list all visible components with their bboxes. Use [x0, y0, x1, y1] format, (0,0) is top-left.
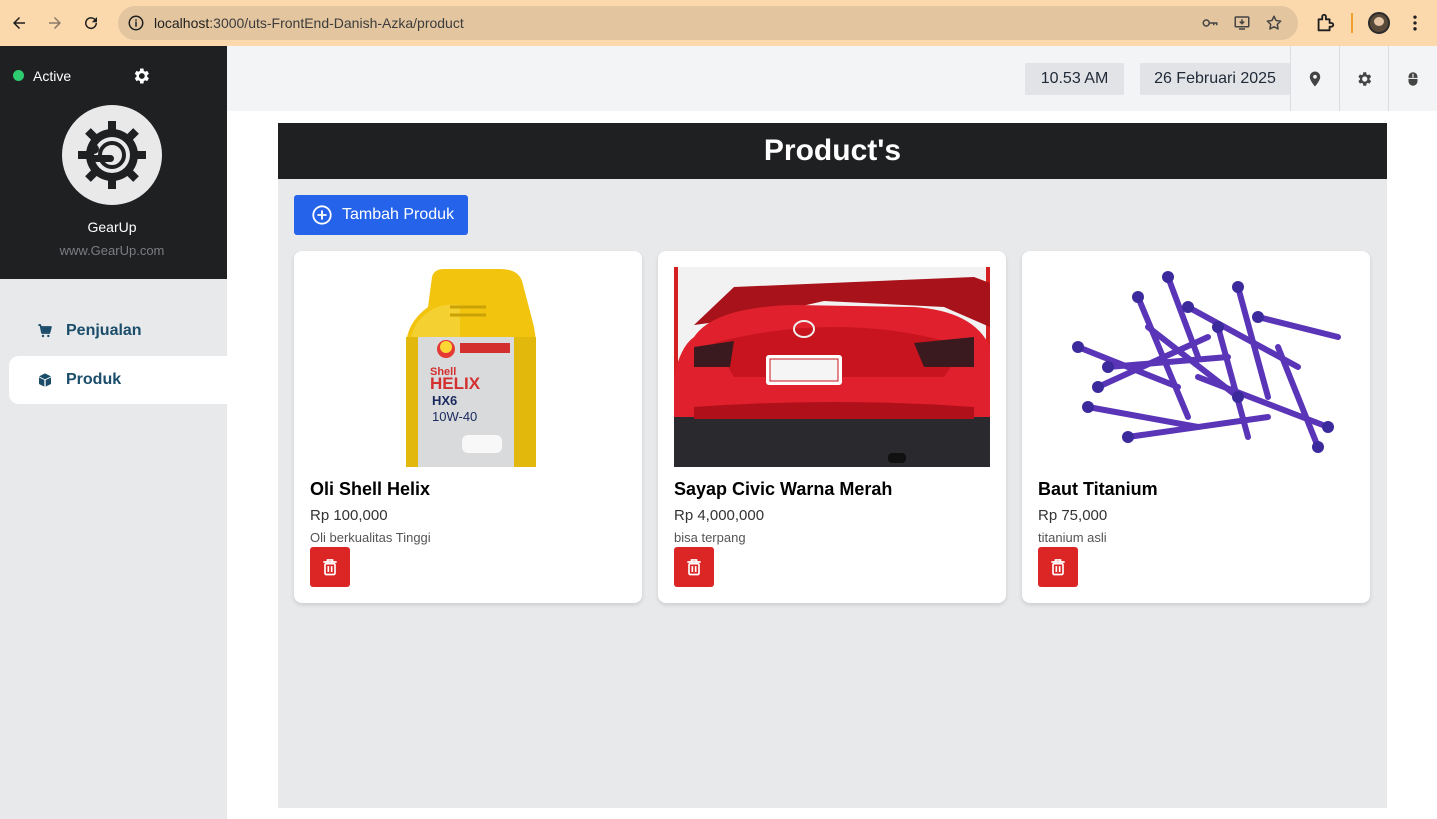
reload-icon[interactable] [79, 11, 103, 35]
mouse-button[interactable] [1388, 46, 1437, 111]
main-panel: Product's Tambah Produk Shell HELIX HX6 … [278, 123, 1387, 808]
map-pin-icon [1309, 71, 1321, 86]
trash-icon [1051, 559, 1065, 576]
product-image-wing [674, 267, 990, 467]
product-image-bolts [1038, 267, 1354, 467]
sidebar-item-penjualan[interactable]: Penjualan [9, 307, 227, 355]
delete-product-button[interactable] [674, 547, 714, 587]
browser-menu-icon[interactable] [1405, 12, 1425, 34]
cart-icon [38, 324, 52, 338]
product-description: Oli berkualitas Tinggi [310, 530, 431, 545]
install-app-icon[interactable] [1233, 14, 1251, 32]
brand-url: www.GearUp.com [59, 243, 165, 258]
location-button[interactable] [1290, 46, 1339, 111]
add-product-label: Tambah Produk [342, 206, 455, 223]
product-price: Rp 4,000,000 [674, 507, 765, 524]
product-image-oil: Shell HELIX HX6 10W-40 [310, 267, 626, 467]
page-header: Product's [278, 123, 1387, 179]
svg-text:10W-40: 10W-40 [432, 409, 477, 424]
sidebar-item-label: Penjualan [66, 322, 142, 339]
settings-button[interactable] [1339, 46, 1388, 111]
forward-icon[interactable] [43, 11, 67, 35]
product-name: Oli Shell Helix [310, 479, 431, 499]
add-product-button[interactable]: Tambah Produk [294, 195, 468, 235]
product-card: Shell HELIX HX6 10W-40 Oli Shell Helix R… [294, 251, 642, 603]
sidebar-item-produk[interactable]: Produk [9, 356, 227, 404]
svg-text:HX6: HX6 [432, 393, 457, 408]
key-icon[interactable] [1201, 14, 1219, 32]
date-display: 26 Februari 2025 [1140, 63, 1290, 95]
time-display: 10.53 AM [1025, 63, 1124, 95]
extensions-icon[interactable] [1314, 12, 1336, 34]
topbar: 10.53 AM 26 Februari 2025 [227, 46, 1437, 111]
product-card: Baut Titanium Rp 75,000 titanium asli [1022, 251, 1370, 603]
sidebar: Active GearUp www.GearUp.com Penjualan P… [0, 46, 227, 819]
delete-product-button[interactable] [310, 547, 350, 587]
gear-icon [1358, 71, 1372, 86]
status-dot [13, 70, 24, 81]
sidebar-header: Active GearUp www.GearUp.com [0, 46, 227, 279]
url-text: localhost:3000/uts-FrontEnd-Danish-Azka/… [154, 15, 464, 31]
delete-product-button[interactable] [1038, 547, 1078, 587]
profile-avatar[interactable] [1368, 12, 1390, 34]
product-price: Rp 75,000 [1038, 507, 1108, 524]
trash-icon [323, 559, 337, 576]
settings-gear-icon[interactable] [131, 66, 151, 86]
brand-name: GearUp [87, 219, 137, 235]
svg-text:HELIX: HELIX [430, 374, 481, 393]
sidebar-item-label: Produk [66, 371, 122, 388]
plus-circle-icon [312, 205, 332, 225]
product-price: Rp 100,000 [310, 507, 388, 524]
mouse-icon [1408, 71, 1418, 86]
product-name: Baut Titanium [1038, 479, 1158, 499]
browser-toolbar: localhost:3000/uts-FrontEnd-Danish-Azka/… [0, 0, 1437, 46]
back-icon[interactable] [7, 11, 31, 35]
product-name: Sayap Civic Warna Merah [674, 479, 893, 499]
trash-icon [687, 559, 701, 576]
product-description: bisa terpang [674, 530, 746, 545]
product-card: Sayap Civic Warna Merah Rp 4,000,000 bis… [658, 251, 1006, 603]
bookmark-star-icon[interactable] [1265, 14, 1283, 32]
product-description: titanium asli [1038, 530, 1107, 545]
site-info-icon[interactable] [127, 14, 145, 32]
gear-logo-icon [78, 121, 146, 189]
address-bar[interactable]: localhost:3000/uts-FrontEnd-Danish-Azka/… [118, 6, 1298, 40]
status-label: Active [33, 68, 72, 84]
cube-icon [39, 373, 51, 387]
brand-logo [62, 105, 162, 205]
toolbar-divider [1351, 13, 1353, 33]
page-title: Product's [763, 134, 902, 167]
